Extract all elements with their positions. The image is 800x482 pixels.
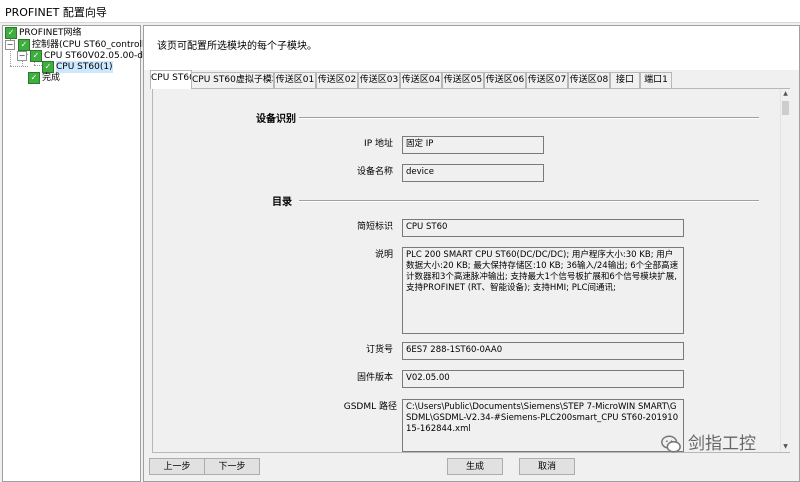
ip-label: IP 地址 bbox=[364, 139, 393, 149]
window-title: PROFINET 配置向导 bbox=[5, 6, 107, 19]
tab-content: 设备识别 IP 地址 固定 IP 设备名称 device 目录 简短标识 CPU… bbox=[152, 88, 790, 453]
scroll-up-icon[interactable]: ▲ bbox=[781, 89, 790, 99]
section-divider bbox=[299, 200, 759, 202]
title-bar: PROFINET 配置向导 bbox=[0, 0, 800, 23]
tab-transfer-04[interactable]: 传送区04 bbox=[400, 72, 442, 88]
vertical-scrollbar[interactable]: ▲ ▼ bbox=[780, 89, 790, 452]
check-icon: ✓ bbox=[5, 27, 17, 39]
navigation-tree: ✓ PROFINET网络 − ✓ 控制器(CPU ST60_controller… bbox=[2, 25, 167, 482]
short-id-field[interactable]: CPU ST60 bbox=[402, 219, 684, 237]
section-heading-device-id: 设备识别 bbox=[256, 114, 296, 125]
device-name-field[interactable]: device bbox=[402, 164, 544, 182]
prev-button[interactable]: 上一步 bbox=[149, 458, 205, 475]
wechat-icon bbox=[661, 435, 681, 453]
ip-field[interactable]: 固定 IP bbox=[402, 136, 544, 154]
scroll-thumb[interactable] bbox=[782, 101, 789, 115]
tree-node-label: 完成 bbox=[42, 73, 61, 83]
tab-cpu-st60[interactable]: CPU ST60 bbox=[150, 70, 192, 89]
cancel-button[interactable]: 取消 bbox=[519, 458, 575, 475]
page-header: 该页可配置所选模块的每个子模块。 bbox=[144, 26, 799, 70]
tab-interface[interactable]: 接口 bbox=[610, 72, 640, 88]
check-icon: ✓ bbox=[28, 72, 40, 84]
tab-transfer-01[interactable]: 传送区01 bbox=[274, 72, 316, 88]
tab-port-1[interactable]: 端口1 bbox=[640, 72, 672, 88]
tree-node-label: PROFINET网络 bbox=[19, 28, 82, 38]
watermark-text: 剑指工控 bbox=[688, 434, 756, 454]
device-name-label: 设备名称 bbox=[356, 167, 393, 177]
short-id-label: 简短标识 bbox=[356, 222, 393, 232]
tab-transfer-05[interactable]: 传送区05 bbox=[442, 72, 484, 88]
order-number-label: 订货号 bbox=[365, 345, 393, 355]
tree-connector bbox=[34, 65, 42, 66]
order-number-field[interactable]: 6ES7 288-1ST60-0AA0 bbox=[402, 342, 684, 360]
tab-cpu-st60-virtual[interactable]: CPU ST60虚拟子模块 bbox=[191, 72, 274, 88]
tab-transfer-08[interactable]: 传送区08 bbox=[568, 72, 610, 88]
header-description: 该页可配置所选模块的每个子模块。 bbox=[157, 41, 317, 52]
config-panel: 该页可配置所选模块的每个子模块。 CPU ST60 CPU ST60虚拟子模块 … bbox=[143, 25, 800, 482]
watermark: 剑指工控 bbox=[660, 430, 795, 458]
description-label: 说明 bbox=[374, 250, 393, 260]
section-heading-catalog: 目录 bbox=[272, 197, 292, 208]
tab-transfer-07[interactable]: 传送区07 bbox=[526, 72, 568, 88]
section-divider bbox=[299, 117, 759, 119]
tab-transfer-06[interactable]: 传送区06 bbox=[484, 72, 526, 88]
generate-button[interactable]: 生成 bbox=[447, 458, 503, 475]
firmware-field[interactable]: V02.05.00 bbox=[402, 370, 684, 388]
collapse-icon[interactable]: − bbox=[17, 51, 27, 61]
tab-transfer-03[interactable]: 传送区03 bbox=[358, 72, 400, 88]
tree-node-finish[interactable]: ✓ 完成 bbox=[28, 72, 118, 84]
next-button[interactable]: 下一步 bbox=[204, 458, 260, 475]
gsdml-label: GSDML 路径 bbox=[343, 402, 397, 412]
tree-connector bbox=[10, 66, 28, 67]
check-icon: ✓ bbox=[30, 50, 42, 62]
collapse-icon[interactable]: − bbox=[5, 40, 15, 50]
tab-transfer-02[interactable]: 传送区02 bbox=[316, 72, 358, 88]
description-field[interactable]: PLC 200 SMART CPU ST60(DC/DC/DC); 用户程序大小… bbox=[402, 247, 684, 334]
tree-node-root[interactable]: ✓ PROFINET网络 bbox=[5, 27, 135, 39]
firmware-label: 固件版本 bbox=[356, 373, 393, 383]
gsdml-path-field[interactable]: C:\Users\Public\Documents\Siemens\STEP 7… bbox=[402, 399, 684, 452]
